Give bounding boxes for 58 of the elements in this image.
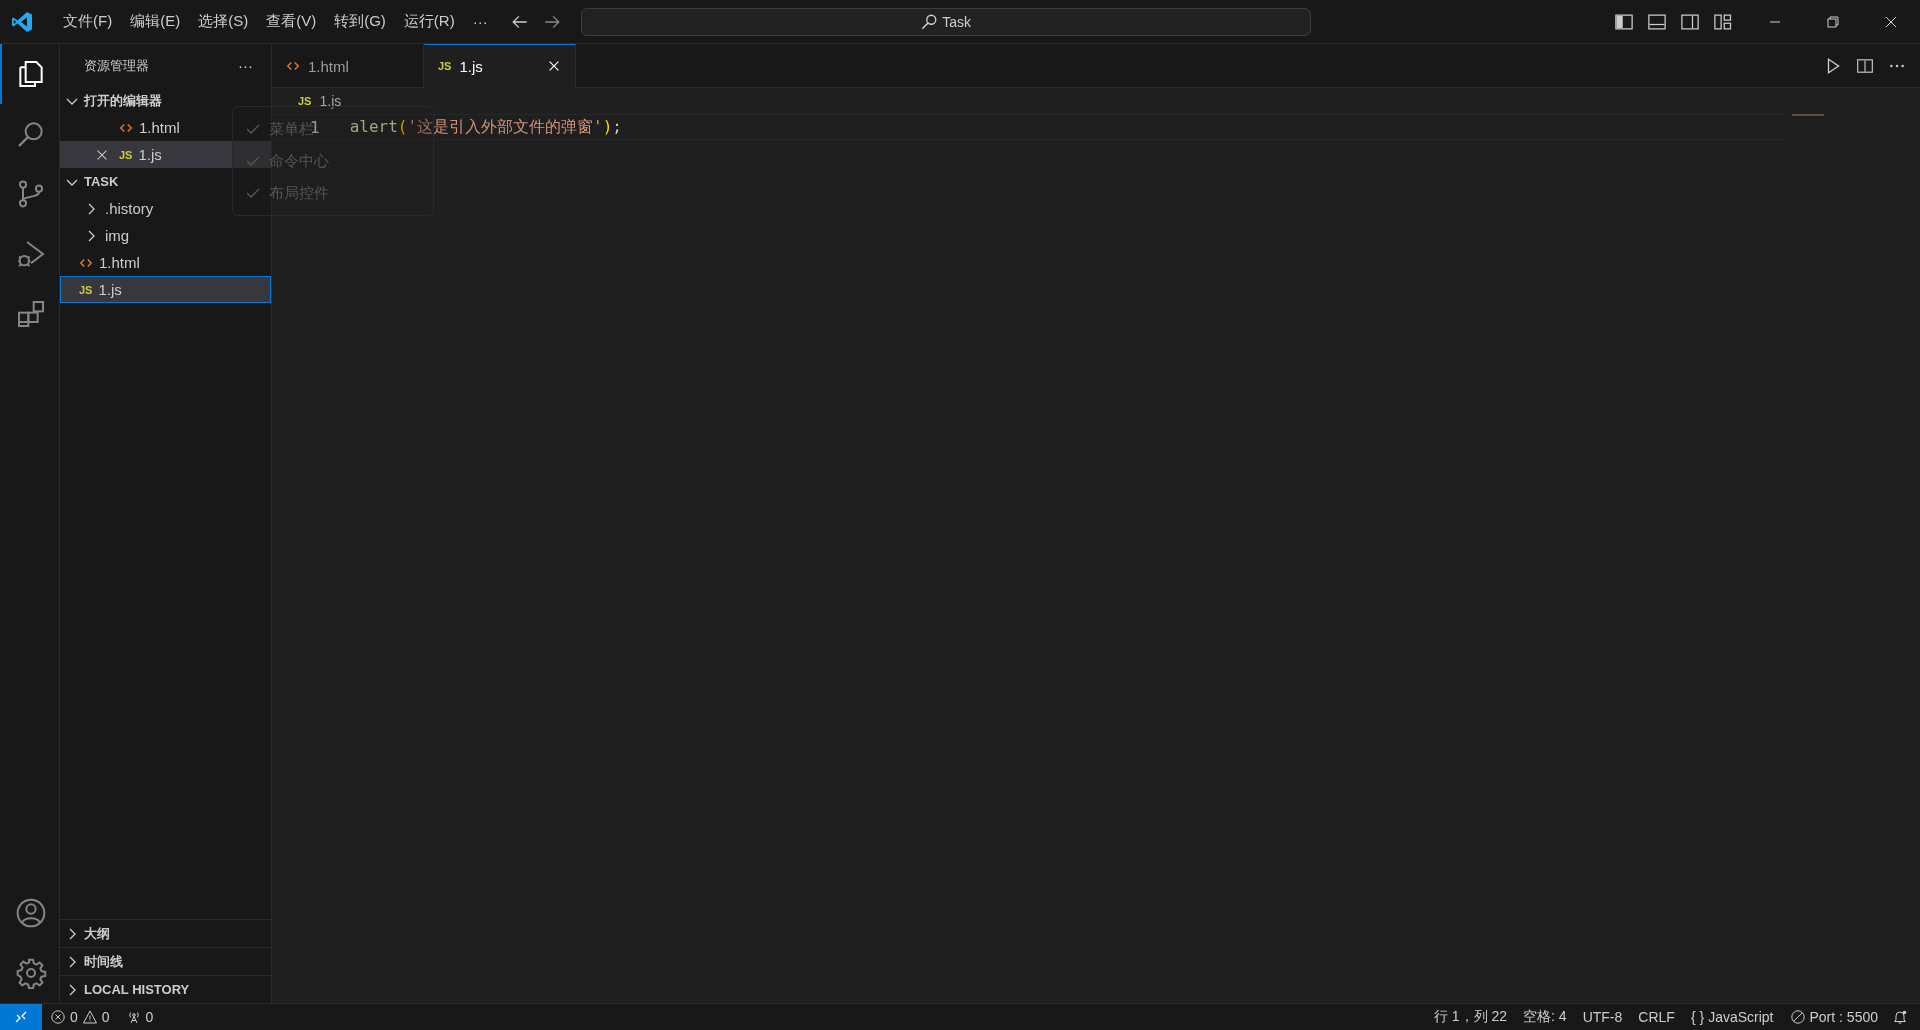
status-item[interactable]: UTF-8 (1574, 1009, 1631, 1025)
customize-layout-icon[interactable] (1713, 11, 1733, 32)
toggle-panel-icon[interactable] (1647, 11, 1667, 32)
menu-item[interactable]: 选择(S) (189, 9, 258, 34)
file-item[interactable]: img (60, 222, 271, 249)
toggle-secondary-sidebar-icon[interactable] (1680, 11, 1700, 32)
more-menu-button[interactable]: ··· (463, 10, 497, 33)
status-item[interactable]: CRLF (1630, 1009, 1683, 1025)
app-logo-icon[interactable] (10, 9, 34, 34)
file-item[interactable]: 1.html (60, 114, 271, 141)
toggle-sidebar-icon[interactable] (1614, 11, 1634, 32)
menu-item[interactable]: 运行(R) (394, 9, 464, 34)
status-item[interactable]: 行 1，列 22 (1425, 1008, 1516, 1026)
status-item[interactable]: 空格: 4 (1515, 1008, 1575, 1026)
menu-item[interactable]: 编辑(E) (121, 9, 190, 34)
breadcrumb[interactable]: JS 1.js (272, 88, 342, 114)
language-mode-button[interactable]: { } JavaScript (1682, 1009, 1782, 1025)
remote-icon (13, 1009, 29, 1025)
file-item[interactable]: .history (60, 195, 271, 222)
section-title: 时间线 (84, 952, 123, 971)
slash-circle-icon (1789, 1009, 1806, 1025)
section-header[interactable]: 打开的编辑器 (60, 87, 271, 114)
js-file-icon: JS (438, 60, 452, 72)
sidebar-title: 资源管理器 (84, 56, 149, 75)
search-icon (920, 12, 939, 31)
menu-item[interactable]: 转到(G) (325, 9, 395, 34)
menu-item[interactable]: 文件(F) (54, 9, 122, 34)
warning-icon (81, 1009, 98, 1025)
file-item[interactable]: 1.html (60, 249, 271, 276)
section-header[interactable]: 时间线 (60, 947, 271, 975)
restore-icon[interactable] (1825, 13, 1841, 30)
section-title: 打开的编辑器 (84, 91, 162, 110)
section-title: 大纲 (84, 924, 110, 943)
html-file-icon (286, 59, 300, 73)
file-item[interactable]: JS 1.js (60, 141, 271, 168)
ports-button[interactable]: 0 (117, 1009, 162, 1025)
account-icon (14, 897, 47, 929)
error-icon (50, 1009, 66, 1025)
more-actions-button[interactable]: ··· (238, 57, 253, 74)
notification-bell-icon[interactable] (1892, 1009, 1908, 1025)
code-line: alert('这是引入外部文件的弹窗'); (349, 116, 622, 138)
section-header[interactable]: TASK (60, 168, 271, 195)
close-icon[interactable] (547, 59, 561, 73)
section-title: TASK (84, 174, 119, 189)
section-header[interactable]: 大纲 (60, 919, 271, 947)
split-editor-icon[interactable] (1856, 56, 1874, 75)
command-center-search-field[interactable]: Task (580, 7, 1311, 36)
menu-item[interactable]: 查看(V) (257, 9, 326, 34)
settings-icon (14, 957, 47, 989)
js-file-icon: JS (298, 95, 312, 107)
js-file-icon: JS (119, 148, 133, 161)
js-file-icon: JS (79, 283, 93, 296)
problems-button[interactable]: 0 0 (42, 1009, 118, 1025)
line-number: 1 (310, 117, 320, 137)
editor-tab[interactable]: JS 1.js (424, 44, 576, 88)
section-title: LOCAL HISTORY (84, 982, 190, 997)
file-item[interactable]: JS 1.js (60, 276, 271, 303)
live-server-port-button[interactable]: Port : 5500 (1781, 1009, 1886, 1025)
